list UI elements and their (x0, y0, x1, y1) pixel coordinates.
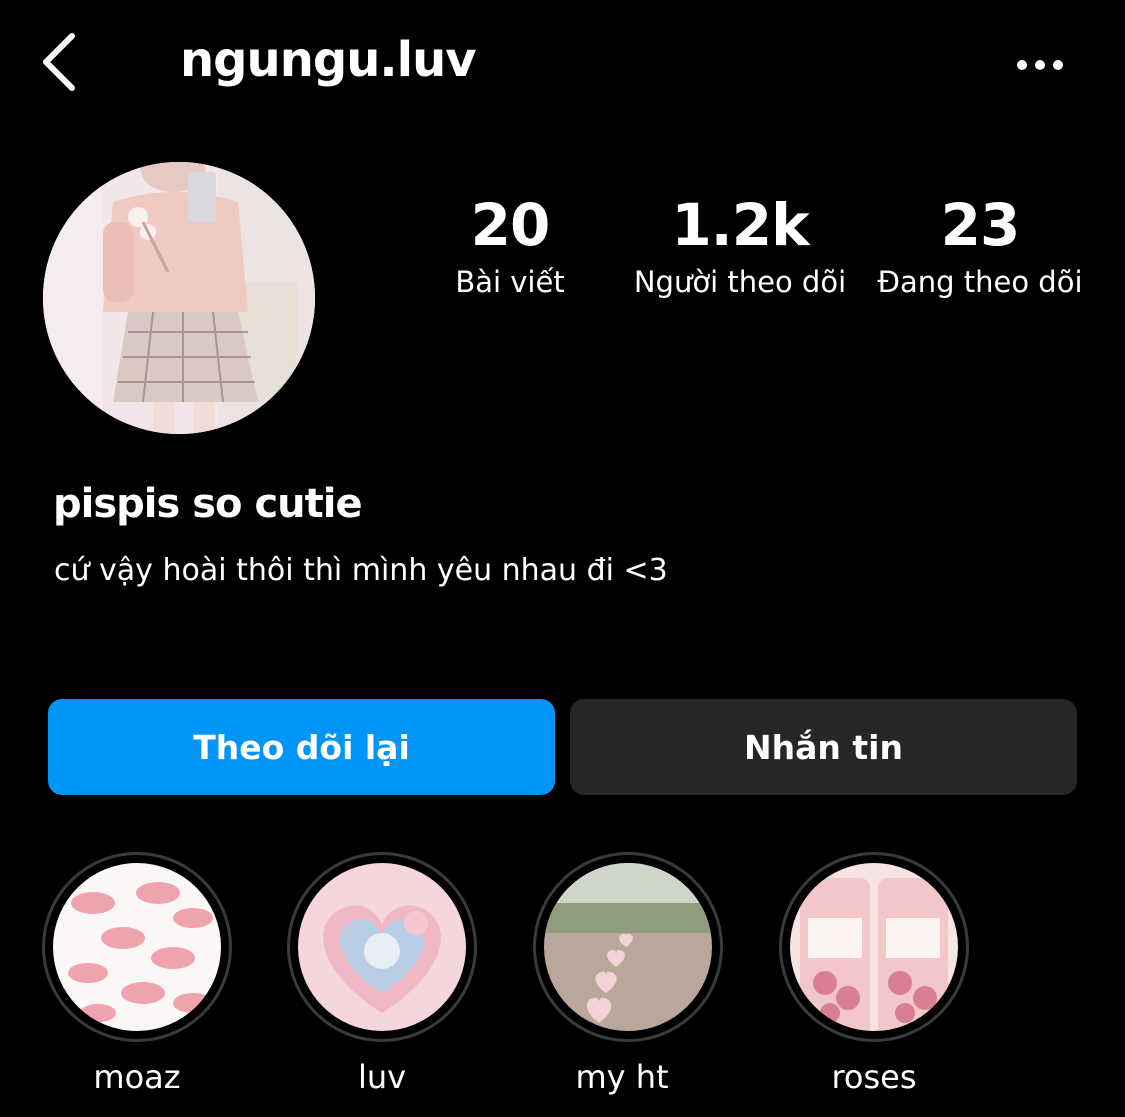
highlight-label: roses (831, 1058, 917, 1096)
highlight-luv[interactable] (287, 852, 477, 1042)
followers-label: Người theo dõi (633, 265, 847, 299)
message-button[interactable]: Nhắn tin (570, 699, 1077, 795)
highlight-cover (544, 863, 712, 1031)
stat-posts[interactable]: 20 Bài viết (420, 190, 600, 304)
highlight-my-ht[interactable] (533, 852, 723, 1042)
following-label: Đang theo dõi (877, 265, 1083, 299)
display-name: pispis so cutie (53, 481, 363, 527)
highlight-label: moaz (93, 1058, 181, 1096)
following-count: 23 (940, 191, 1021, 259)
followers-count: 1.2k (671, 191, 809, 259)
more-options-button[interactable] (1010, 50, 1070, 80)
posts-count: 20 (470, 191, 551, 259)
highlight-moaz[interactable] (42, 852, 232, 1042)
profile-avatar[interactable] (43, 162, 315, 434)
highlight-cover (790, 863, 958, 1031)
highlight-label: luv (357, 1058, 407, 1096)
follow-back-button[interactable]: Theo dõi lại (48, 699, 555, 795)
chevron-left-icon (43, 33, 75, 91)
highlight-cover (53, 863, 221, 1031)
back-button[interactable] (36, 30, 84, 94)
profile-bio: cứ vậy hoài thôi thì mình yêu nhau đi <3 (54, 553, 668, 588)
posts-label: Bài viết (455, 265, 565, 299)
highlight-roses[interactable] (779, 852, 969, 1042)
stat-following[interactable]: 23 Đang theo dõi (868, 190, 1092, 304)
profile-username: ngungu.luv (180, 32, 477, 88)
highlight-cover (298, 863, 466, 1031)
avatar-image (43, 162, 315, 434)
highlight-label: my ht (575, 1058, 669, 1096)
stat-followers[interactable]: 1.2k Người theo dõi (630, 190, 850, 304)
more-horizontal-icon (1017, 60, 1063, 70)
